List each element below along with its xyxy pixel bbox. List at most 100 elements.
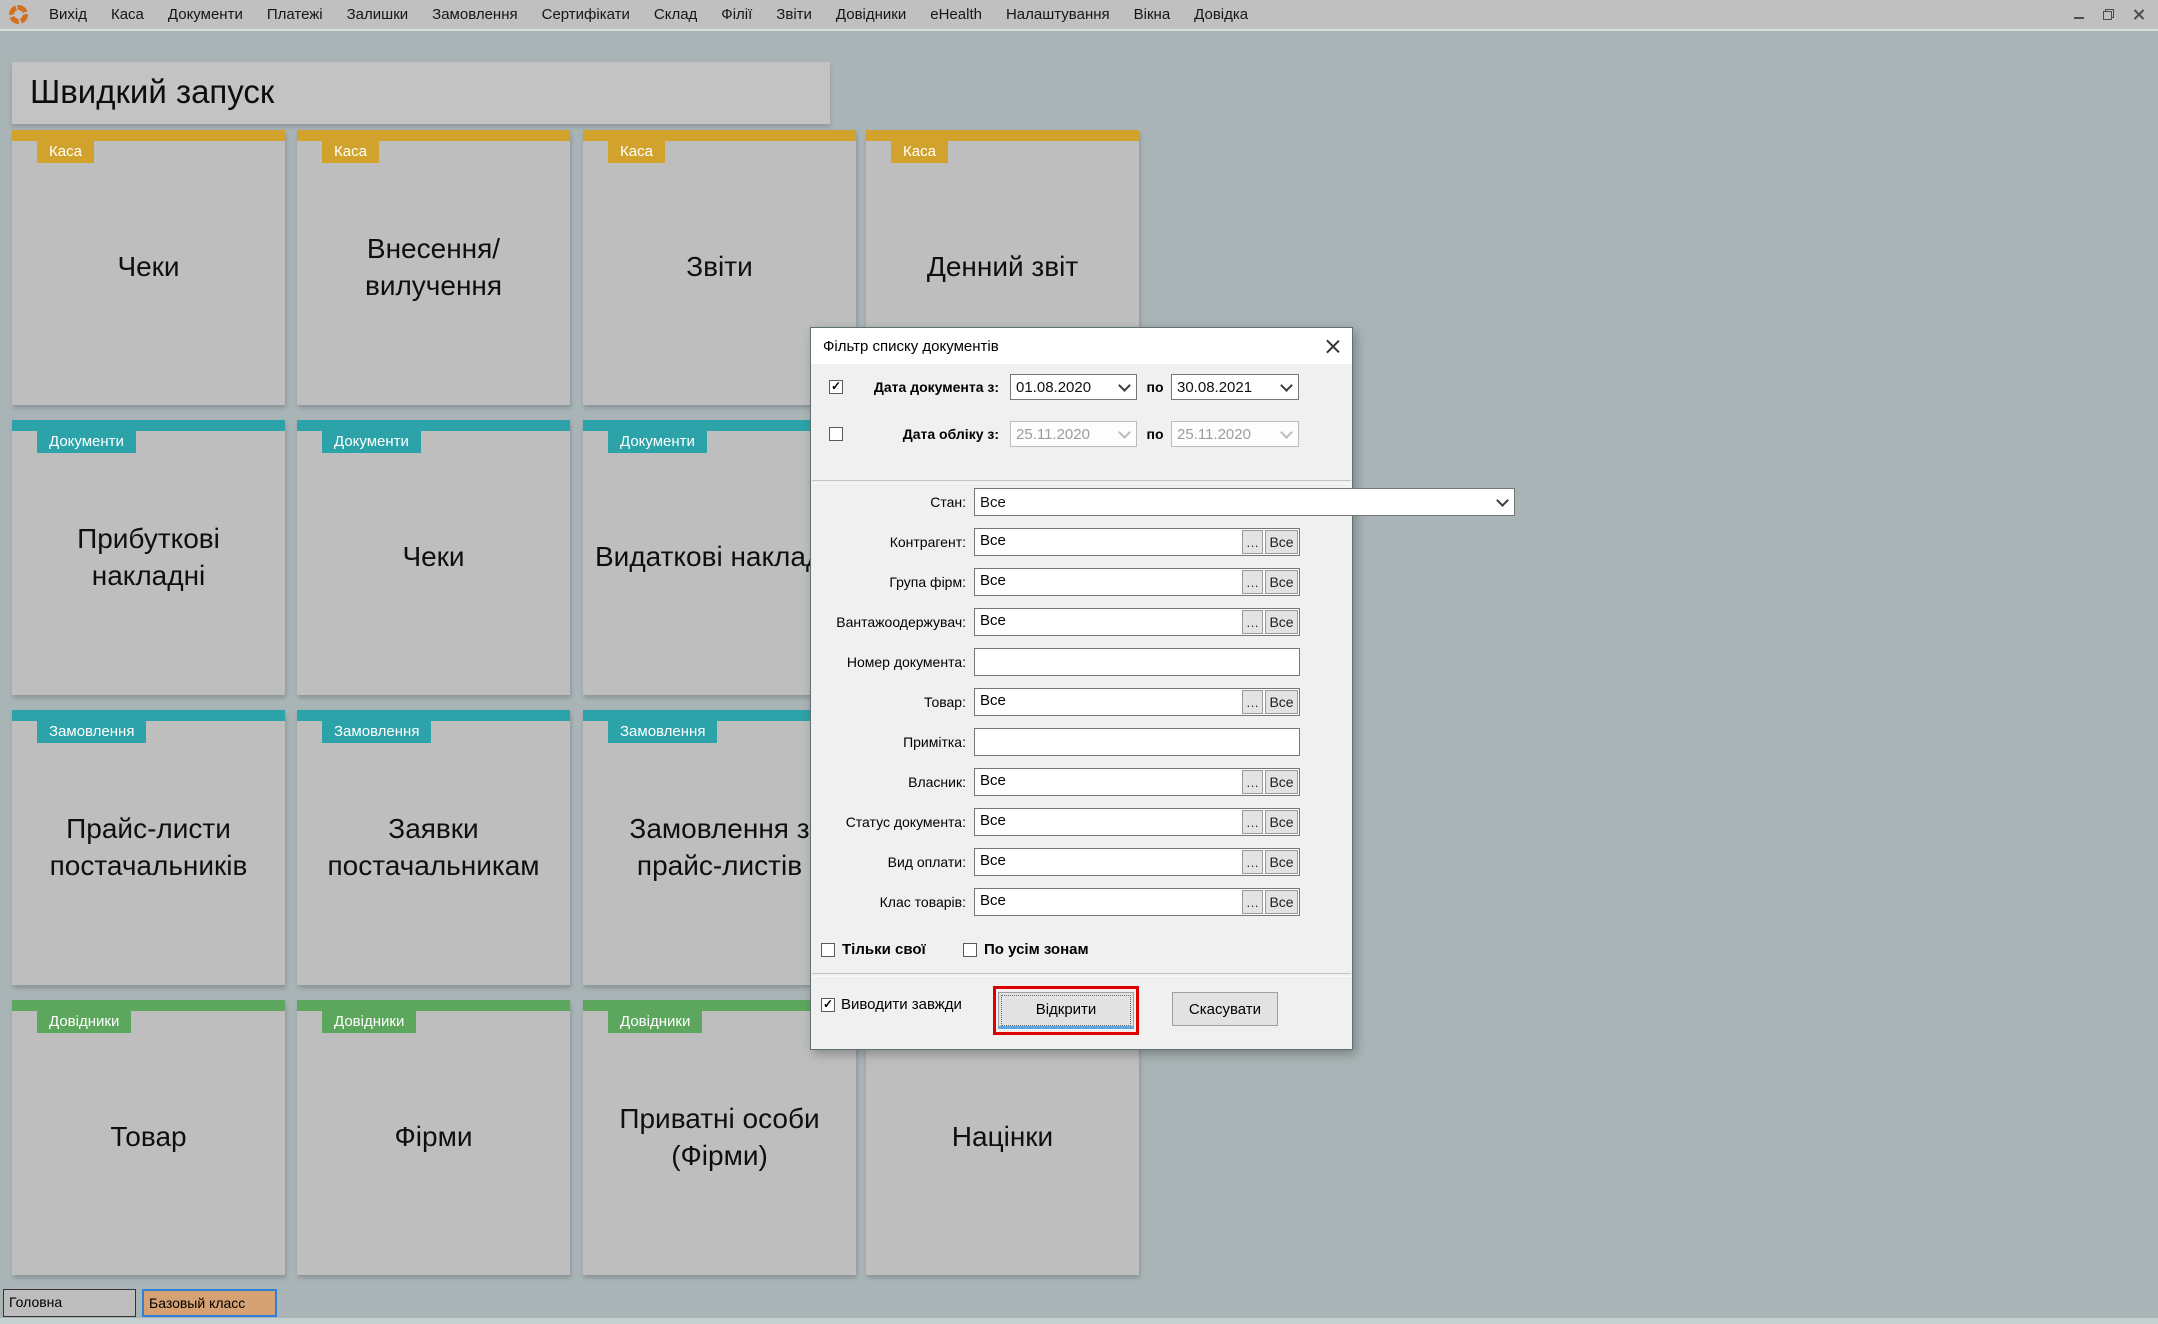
- tile-label: Прайс-листи постачальників: [49, 813, 248, 881]
- minimize-icon[interactable]: [2074, 16, 2084, 19]
- doc-number-input[interactable]: [974, 648, 1300, 676]
- all-button[interactable]: Все: [1265, 570, 1298, 594]
- ellipsis-button[interactable]: …: [1242, 530, 1263, 554]
- all-button[interactable]: Все: [1265, 610, 1298, 634]
- tile-dir-firmy[interactable]: Довідники Фірми: [297, 1000, 570, 1275]
- state-value: Все: [980, 493, 1006, 511]
- doc-status-value[interactable]: Все: [976, 810, 1240, 834]
- menu-platezhi[interactable]: Платежі: [255, 0, 335, 29]
- only-own-checkbox[interactable]: [821, 943, 835, 957]
- menu-ehealth[interactable]: eHealth: [918, 0, 994, 29]
- all-button[interactable]: Все: [1265, 810, 1298, 834]
- tile-dir-tovar[interactable]: Довідники Товар: [12, 1000, 285, 1275]
- doc-status-lookup: Все … Все: [974, 808, 1300, 836]
- doc-status-label: Статус документа:: [845, 814, 966, 830]
- tile-kasa-vnesennia[interactable]: Каса Внесення/вилучення: [297, 130, 570, 405]
- dialog-close-icon[interactable]: [1326, 339, 1340, 353]
- product-value[interactable]: Все: [976, 690, 1240, 714]
- menu-dokumenty[interactable]: Документи: [156, 0, 255, 29]
- document-filter-dialog: Фільтр списку документів Дата документа …: [810, 327, 1515, 1050]
- ellipsis-button[interactable]: …: [1242, 890, 1263, 914]
- consignee-label: Вантажоодержувач:: [836, 614, 966, 630]
- app-logo-icon: [9, 5, 28, 24]
- tile-doc-cheky[interactable]: Документи Чеки: [297, 420, 570, 695]
- product-class-lookup: Все … Все: [974, 888, 1300, 916]
- tile-label: Заявки постачальникам: [327, 813, 540, 881]
- all-button[interactable]: Все: [1265, 530, 1298, 554]
- menu-bar: Вихід Каса Документи Платежі Залишки Зам…: [0, 0, 2158, 31]
- ellipsis-button[interactable]: …: [1242, 810, 1263, 834]
- menu-vikna[interactable]: Вікна: [1122, 0, 1183, 29]
- firm-group-lookup: Все … Все: [974, 568, 1300, 596]
- menu-sertyfikaty[interactable]: Сертифікати: [530, 0, 642, 29]
- open-button[interactable]: Відкрити: [998, 992, 1134, 1029]
- menu-zamovlennia[interactable]: Замовлення: [420, 0, 529, 29]
- state-combo[interactable]: Все: [974, 488, 1515, 516]
- menu-dovidnyky[interactable]: Довідники: [824, 0, 918, 29]
- all-button[interactable]: Все: [1265, 850, 1298, 874]
- chevron-down-icon: [1496, 494, 1509, 507]
- doc-date-checkbox[interactable]: [829, 380, 843, 394]
- separator: [812, 973, 1351, 977]
- owner-lookup: Все … Все: [974, 768, 1300, 796]
- tab-holovna[interactable]: Головна: [3, 1289, 136, 1317]
- ellipsis-button[interactable]: …: [1242, 690, 1263, 714]
- tile-ord-price-lists[interactable]: Замовлення Прайс-листи постачальників: [12, 710, 285, 985]
- tile-kasa-cheky[interactable]: Каса Чеки: [12, 130, 285, 405]
- restore-icon[interactable]: [2103, 9, 2114, 20]
- owner-value[interactable]: Все: [976, 770, 1240, 794]
- doc-date-from-combo[interactable]: 01.08.2020: [1010, 374, 1137, 400]
- tile-ord-zaiavky[interactable]: Замовлення Заявки постачальникам: [297, 710, 570, 985]
- product-class-value[interactable]: Все: [976, 890, 1240, 914]
- menu-vykhid[interactable]: Вихід: [37, 0, 99, 29]
- highlight-annotation: Відкрити: [993, 986, 1139, 1035]
- doc-date-to-combo[interactable]: 30.08.2021: [1171, 374, 1299, 400]
- chevron-down-icon: [1118, 379, 1131, 392]
- chevron-down-icon: [1280, 426, 1293, 439]
- counterparty-value[interactable]: Все: [976, 530, 1240, 554]
- menu-zalyshky[interactable]: Залишки: [335, 0, 421, 29]
- doc-number-label: Номер документа:: [846, 654, 966, 670]
- doc-date-from-value: 01.08.2020: [1016, 378, 1092, 396]
- payment-type-value[interactable]: Все: [976, 850, 1240, 874]
- chevron-down-icon: [1118, 426, 1131, 439]
- product-label: Товар:: [924, 694, 966, 710]
- menu-nalashtuvannia[interactable]: Налаштування: [994, 0, 1122, 29]
- all-button[interactable]: Все: [1265, 770, 1298, 794]
- tile-label: Прибуткові накладні: [77, 523, 220, 591]
- cancel-button[interactable]: Скасувати: [1172, 992, 1278, 1026]
- product-lookup: Все … Все: [974, 688, 1300, 716]
- all-zones-checkbox[interactable]: [963, 943, 977, 957]
- acc-date-from-combo[interactable]: 25.11.2020: [1010, 421, 1137, 447]
- taskbar: Головна Базовый класс: [0, 1285, 2158, 1324]
- consignee-lookup: Все … Все: [974, 608, 1300, 636]
- tile-label: Внесення/вилучення: [364, 233, 503, 301]
- tab-bazovyi-klass[interactable]: Базовый класс: [142, 1289, 277, 1317]
- tile-doc-prybutkovi[interactable]: Документи Прибуткові накладні: [12, 420, 285, 695]
- page-title: Швидкий запуск: [30, 73, 275, 110]
- menu-dovidka[interactable]: Довідка: [1182, 0, 1260, 29]
- payment-type-label: Вид оплати:: [887, 854, 966, 870]
- menu-zvity[interactable]: Звіти: [764, 0, 824, 29]
- taskbar-strip: [0, 1318, 2158, 1324]
- menu-sklad[interactable]: Склад: [642, 0, 709, 29]
- consignee-value[interactable]: Все: [976, 610, 1240, 634]
- ellipsis-button[interactable]: …: [1242, 850, 1263, 874]
- always-show-checkbox[interactable]: [821, 998, 835, 1012]
- note-input[interactable]: [974, 728, 1300, 756]
- menu-filii[interactable]: Філії: [709, 0, 764, 29]
- ellipsis-button[interactable]: …: [1242, 770, 1263, 794]
- all-button[interactable]: Все: [1265, 690, 1298, 714]
- acc-date-to-combo[interactable]: 25.11.2020: [1171, 421, 1299, 447]
- ellipsis-button[interactable]: …: [1242, 570, 1263, 594]
- ellipsis-button[interactable]: …: [1242, 610, 1263, 634]
- close-icon[interactable]: [2133, 9, 2144, 20]
- counterparty-lookup: Все … Все: [974, 528, 1300, 556]
- all-button[interactable]: Все: [1265, 890, 1298, 914]
- firm-group-value[interactable]: Все: [976, 570, 1240, 594]
- dialog-title: Фільтр списку документів: [823, 337, 999, 355]
- menu-kasa[interactable]: Каса: [99, 0, 156, 29]
- payment-type-lookup: Все … Все: [974, 848, 1300, 876]
- acc-date-checkbox[interactable]: [829, 427, 843, 441]
- acc-date-label: Дата обліку з:: [902, 426, 999, 442]
